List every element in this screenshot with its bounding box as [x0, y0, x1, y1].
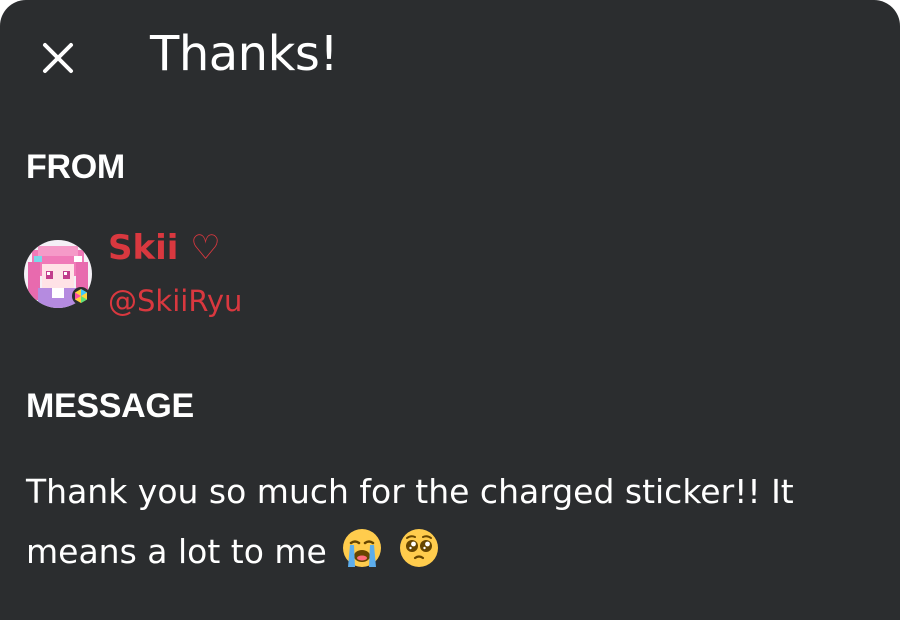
avatar[interactable]	[24, 240, 92, 308]
from-label: FROM	[26, 148, 125, 186]
sender-display-name[interactable]: Skii ♡	[108, 228, 221, 268]
message-body: Thank you so much for the charged sticke…	[26, 462, 886, 582]
sender-username[interactable]: @SkiiRyu	[108, 284, 242, 318]
close-icon	[43, 43, 73, 73]
message-label: MESSAGE	[26, 387, 194, 425]
pleading-face-emoji	[398, 527, 440, 569]
dialog-title: Thanks!	[150, 26, 339, 82]
close-button[interactable]	[36, 36, 80, 80]
loudly-crying-face-emoji	[341, 527, 383, 569]
thanks-dialog: Thanks! FROM Skii ♡ @SkiiRyu MESSAGE Tha…	[0, 0, 900, 620]
